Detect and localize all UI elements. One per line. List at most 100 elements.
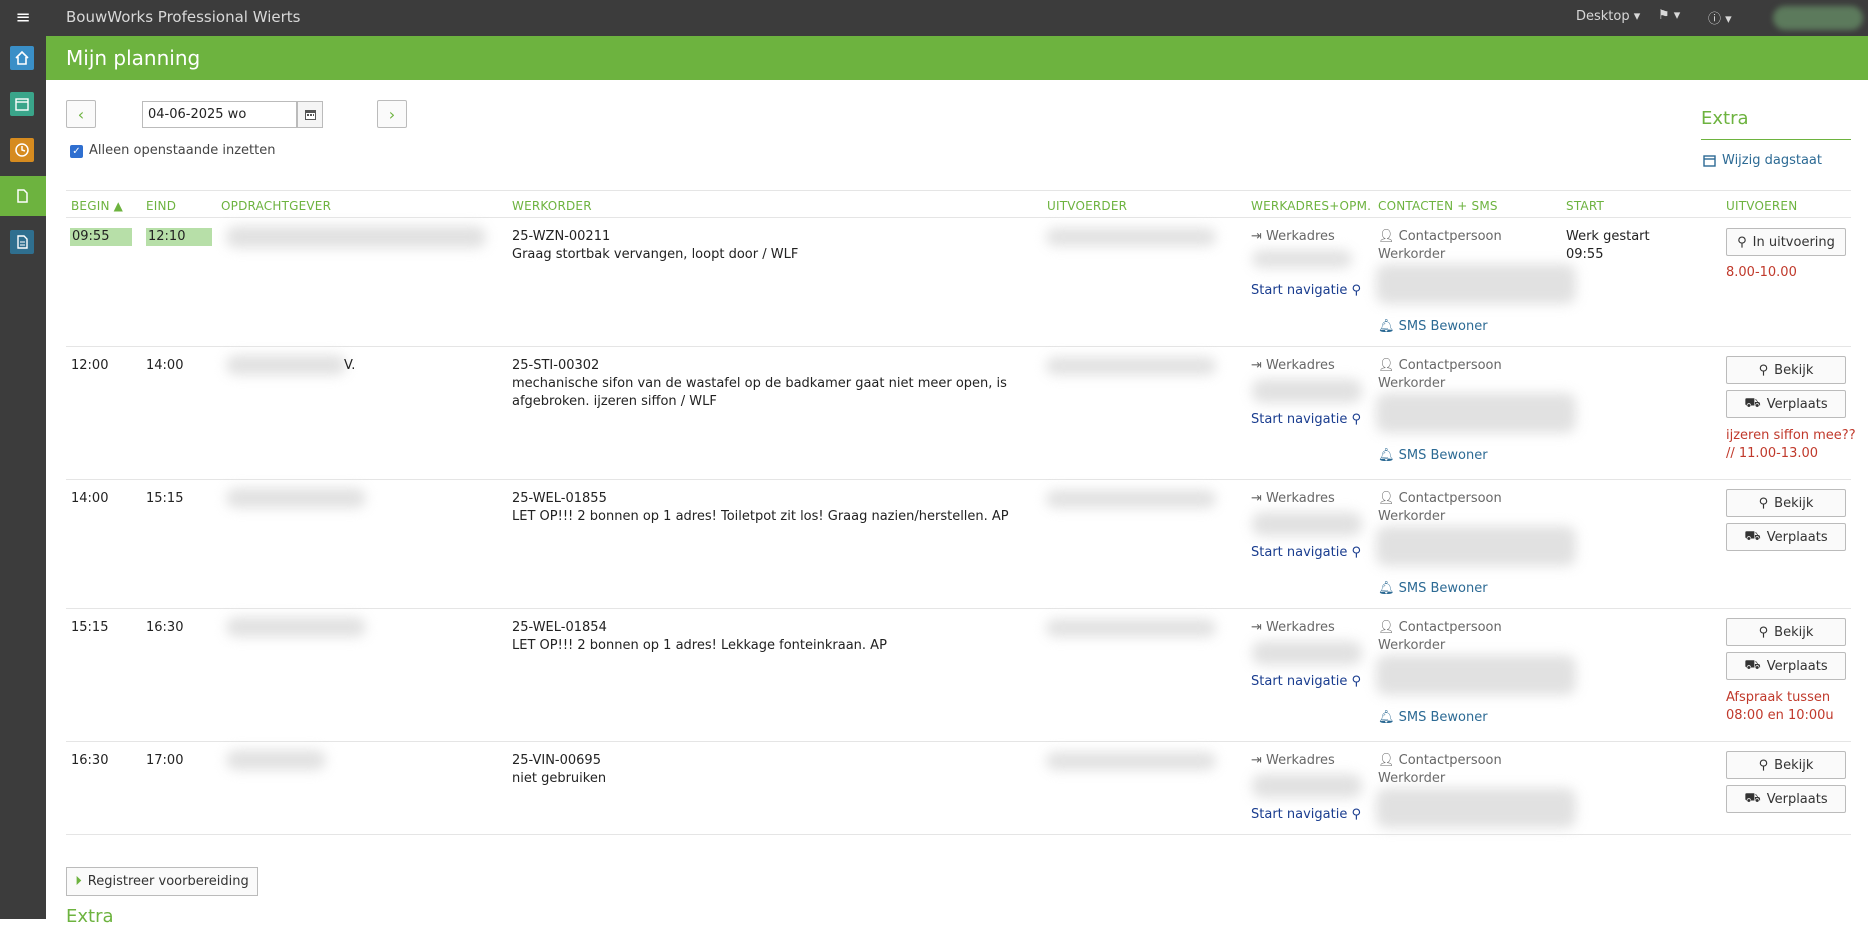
contactpersoon-label: Contactpersoon	[1398, 229, 1502, 244]
redacted-opdrachtgever	[226, 617, 366, 637]
col-uitvoerder[interactable]: UITVOERDER	[1047, 199, 1127, 213]
calendar-picker-icon[interactable]	[297, 101, 323, 128]
info-menu-icon[interactable]: ⓘ ▾	[1708, 8, 1732, 27]
play-icon: ⏵	[75, 874, 82, 889]
row-eind: 12:10	[146, 228, 212, 246]
report-icon[interactable]	[10, 230, 34, 254]
move-cart-icon: ⛟	[1744, 657, 1761, 673]
extra-bottom-title: Extra	[66, 906, 114, 927]
werkadres-label: Werkadres	[1266, 491, 1335, 506]
sign-in-icon: ⇥	[1251, 620, 1262, 635]
werkorder-contact-label: Werkorder	[1378, 771, 1446, 786]
redacted-opdrachtgever	[226, 226, 486, 248]
sms-bewoner-link[interactable]: SMS Bewoner	[1399, 319, 1488, 334]
next-day-button[interactable]: ›	[377, 100, 407, 128]
bell-icon: 🔔︎	[1378, 319, 1395, 334]
col-eind[interactable]: EIND	[146, 199, 176, 213]
map-pin-icon: ⚲	[1351, 545, 1361, 560]
werkorder-number[interactable]: 25-WEL-01855	[512, 490, 1032, 508]
search-icon: ⚲	[1758, 757, 1769, 773]
redacted-contacten	[1376, 655, 1576, 695]
calendar-icon[interactable]	[10, 92, 34, 116]
map-pin-icon: ⚲	[1351, 283, 1361, 298]
verplaats-button[interactable]: ⛟ Verplaats	[1726, 785, 1846, 813]
col-werkadres[interactable]: WERKADRES+OPM.	[1251, 199, 1371, 213]
row-begin: 09:55	[70, 228, 132, 246]
sms-bewoner-link[interactable]: SMS Bewoner	[1399, 448, 1488, 463]
werkadres-label: Werkadres	[1266, 753, 1335, 768]
redacted-contacten	[1376, 393, 1576, 433]
desktop-menu[interactable]: Desktop ▾	[1576, 9, 1640, 24]
verplaats-button[interactable]: ⛟ Verplaats	[1726, 523, 1846, 551]
sms-bewoner-link[interactable]: SMS Bewoner	[1399, 710, 1488, 725]
move-cart-icon: ⛟	[1744, 528, 1761, 544]
start-navigatie-link[interactable]: Start navigatie	[1251, 807, 1347, 822]
registreer-voorbereiding-button[interactable]: ⏵ Registreer voorbereiding	[66, 867, 258, 896]
table-row: 15:15 16:30 25-WEL-01854 LET OP!!! 2 bon…	[66, 609, 1851, 742]
wijzig-dagstaat-link[interactable]: Wijzig dagstaat	[1722, 153, 1822, 168]
redacted-werkadres	[1252, 250, 1352, 268]
werkorder-number[interactable]: 25-WEL-01854	[512, 619, 1032, 637]
start-navigatie-link[interactable]: Start navigatie	[1251, 674, 1347, 689]
col-contacten[interactable]: CONTACTEN + SMS	[1378, 199, 1498, 213]
clock-icon[interactable]	[10, 138, 34, 162]
werkorder-number[interactable]: 25-STI-00302	[512, 357, 1032, 375]
user-menu-redacted[interactable]	[1773, 6, 1863, 30]
prev-day-button[interactable]: ‹	[66, 100, 96, 128]
table-row: 16:30 17:00 25-VIN-00695 niet gebruiken …	[66, 742, 1851, 835]
start-time: 09:55	[1566, 247, 1604, 262]
redacted-uitvoerder	[1046, 357, 1216, 375]
move-cart-icon: ⛟	[1744, 395, 1761, 411]
bekijk-button[interactable]: ⚲ Bekijk	[1726, 751, 1846, 779]
user-icon: 👤︎	[1378, 753, 1395, 768]
contactpersoon-label: Contactpersoon	[1398, 620, 1502, 635]
page-title: Mijn planning	[66, 46, 201, 70]
user-icon: 👤︎	[1378, 358, 1395, 373]
flag-menu-icon[interactable]: ⚑ ▾	[1658, 8, 1680, 23]
werkorder-number[interactable]: 25-WZN-00211	[512, 228, 1032, 246]
left-rail: ≡	[0, 0, 46, 919]
row-eind: 16:30	[146, 620, 184, 635]
home-icon[interactable]	[10, 46, 34, 70]
bekijk-button[interactable]: ⚲ Bekijk	[1726, 356, 1846, 384]
bell-icon: 🔔︎	[1378, 710, 1395, 725]
contactpersoon-label: Contactpersoon	[1398, 753, 1502, 768]
werkorder-description: mechanische sifon van de wastafel op de …	[512, 376, 1007, 409]
bekijk-button[interactable]: ⚲ Bekijk	[1726, 618, 1846, 646]
bell-icon: 🔔︎	[1378, 448, 1395, 463]
row-begin: 12:00	[71, 358, 109, 373]
date-input[interactable]: 04-06-2025 wo	[142, 101, 297, 128]
bekijk-button[interactable]: ⚲ Bekijk	[1726, 489, 1846, 517]
redacted-contacten	[1376, 264, 1576, 304]
row-begin: 15:15	[71, 620, 109, 635]
only-open-checkbox[interactable]: ✓	[70, 145, 83, 158]
extra-title: Extra	[1701, 108, 1749, 129]
document-icon[interactable]	[10, 184, 34, 208]
werkorder-description: LET OP!!! 2 bonnen op 1 adres! Toiletpot…	[512, 509, 1009, 524]
map-pin-icon: ⚲	[1351, 807, 1361, 822]
col-uitvoeren[interactable]: UITVOEREN	[1726, 199, 1797, 213]
verplaats-button[interactable]: ⛟ Verplaats	[1726, 390, 1846, 418]
col-start[interactable]: START	[1566, 199, 1604, 213]
verplaats-button[interactable]: ⛟ Verplaats	[1726, 652, 1846, 680]
search-icon: ⚲	[1758, 495, 1769, 511]
search-icon: ⚲	[1737, 234, 1747, 250]
start-navigatie-link[interactable]: Start navigatie	[1251, 412, 1347, 427]
werkorder-contact-label: Werkorder	[1378, 509, 1446, 524]
col-begin[interactable]: BEGIN ▲	[71, 199, 123, 213]
row-begin: 14:00	[71, 491, 109, 506]
redacted-werkadres	[1252, 774, 1362, 798]
start-navigatie-link[interactable]: Start navigatie	[1251, 283, 1347, 298]
map-pin-icon: ⚲	[1351, 412, 1361, 427]
sms-bewoner-link[interactable]: SMS Bewoner	[1399, 581, 1488, 596]
row-note: ijzeren siffon mee?? // 11.00-13.00	[1726, 428, 1856, 461]
row-eind: 15:15	[146, 491, 184, 506]
row-eind: 14:00	[146, 358, 184, 373]
in-uitvoering-button[interactable]: ⚲ In uitvoering	[1726, 228, 1846, 256]
col-opdrachtgever[interactable]: OPDRACHTGEVER	[221, 199, 331, 213]
hamburger-menu-icon[interactable]: ≡	[0, 0, 46, 34]
start-navigatie-link[interactable]: Start navigatie	[1251, 545, 1347, 560]
werkorder-number[interactable]: 25-VIN-00695	[512, 752, 1032, 770]
redacted-uitvoerder	[1046, 228, 1216, 246]
col-werkorder[interactable]: WERKORDER	[512, 199, 592, 213]
